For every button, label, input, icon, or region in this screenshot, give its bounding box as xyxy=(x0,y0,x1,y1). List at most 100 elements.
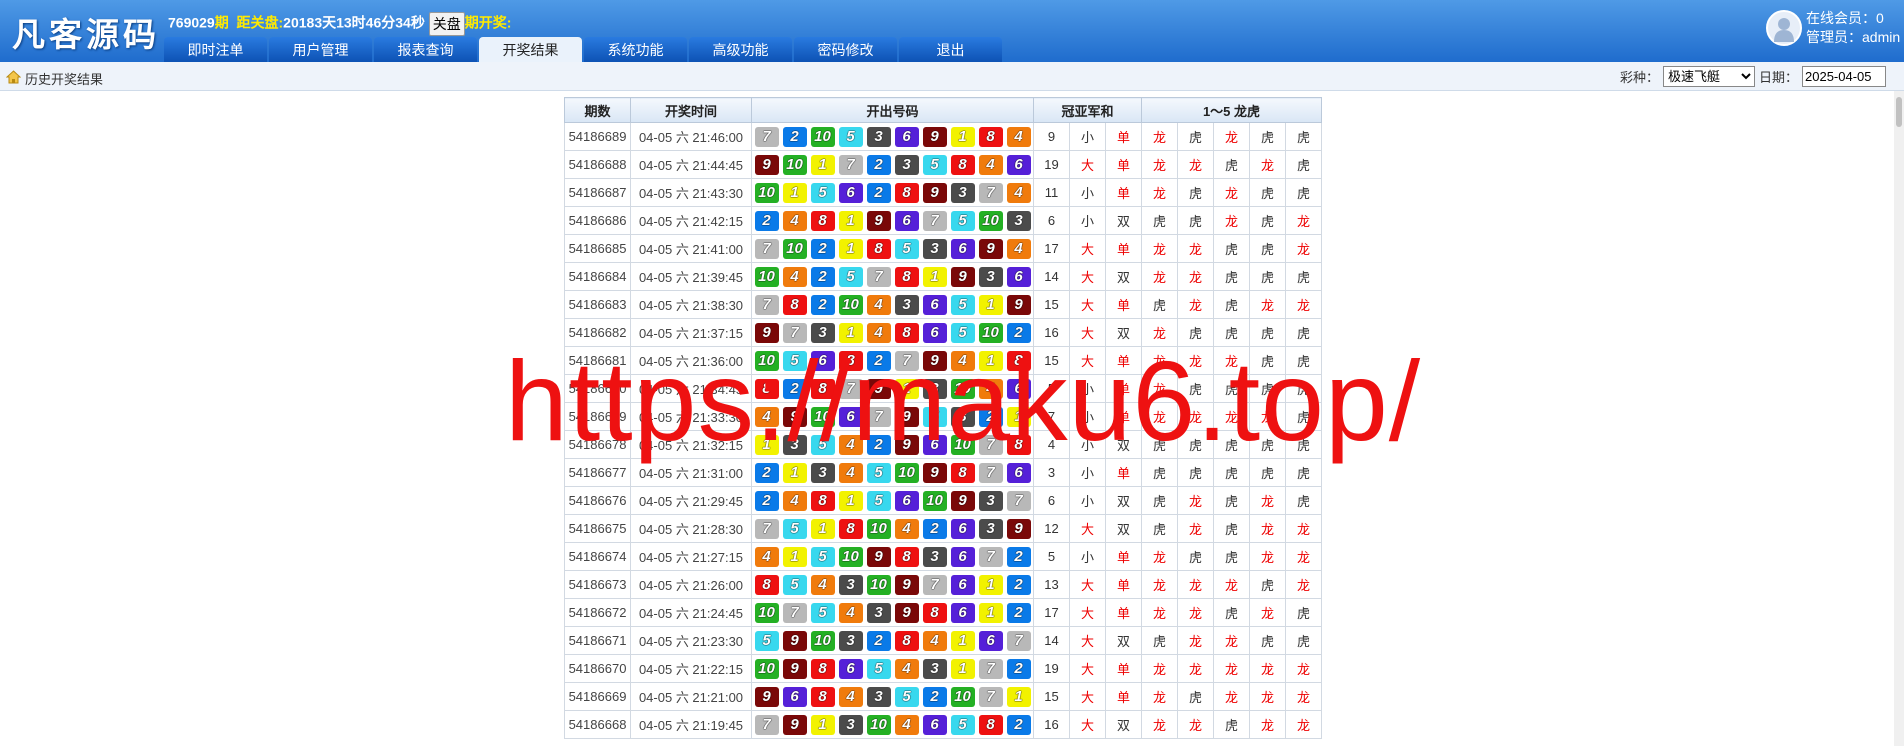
number-ball: 5 xyxy=(866,490,891,511)
dragon-tiger-cell: 龙 xyxy=(1141,654,1178,683)
number-ball: 3 xyxy=(894,154,919,175)
number-ball: 6 xyxy=(1006,154,1031,175)
number-ball: 1 xyxy=(838,210,863,231)
number-ball: 1 xyxy=(978,294,1003,315)
number-ball: 10 xyxy=(950,434,975,455)
time-cell: 04-05 六 21:23:30 xyxy=(630,626,752,655)
dragon-tiger-cell: 虎 xyxy=(1213,318,1250,347)
odd-even-cell: 单 xyxy=(1105,458,1142,487)
nav-tab-1[interactable]: 用户管理 xyxy=(269,37,372,62)
nav-tab-6[interactable]: 密码修改 xyxy=(794,37,897,62)
number-ball: 5 xyxy=(922,406,947,427)
number-ball: 7 xyxy=(866,266,891,287)
ball-group: 10 7 5 4 3 9 8 6 1 2 xyxy=(752,602,1033,623)
ball-group: 8 2 8 7 9 1 3 10 4 6 xyxy=(752,378,1033,399)
dragon-tiger-cell: 龙 xyxy=(1249,654,1286,683)
number-ball: 2 xyxy=(754,210,779,231)
table-row: 54186680 04-05 六 21:34:45 8 2 8 7 9 1 3 10 4 6 5 小单龙虎… xyxy=(564,374,1322,403)
dragon-tiger-cell: 龙 xyxy=(1213,654,1250,683)
time-cell: 04-05 六 21:22:15 xyxy=(630,654,752,683)
number-ball: 5 xyxy=(894,686,919,707)
number-ball: 3 xyxy=(866,126,891,147)
sum-cell: 15 xyxy=(1033,682,1070,711)
dragon-tiger-cell: 虎 xyxy=(1141,486,1178,515)
dragon-tiger-cell: 龙 xyxy=(1141,402,1178,431)
number-ball: 2 xyxy=(1006,714,1031,735)
scrollbar-thumb[interactable] xyxy=(1896,97,1902,127)
time-cell: 04-05 六 21:37:15 xyxy=(630,318,752,347)
time-cell: 04-05 六 21:42:15 xyxy=(630,206,752,235)
number-ball: 2 xyxy=(978,406,1003,427)
number-ball: 5 xyxy=(950,714,975,735)
number-ball: 10 xyxy=(810,406,835,427)
number-ball: 6 xyxy=(1006,378,1031,399)
sum-cell: 9 xyxy=(1033,122,1070,151)
number-ball: 10 xyxy=(754,350,779,371)
number-ball: 2 xyxy=(922,686,947,707)
period-cell: 54186685 xyxy=(564,234,631,263)
big-small-cell: 大 xyxy=(1069,654,1106,683)
admin-name: 管理员：admin xyxy=(1806,29,1901,45)
odd-even-cell: 单 xyxy=(1105,122,1142,151)
dragon-tiger-cell: 龙 xyxy=(1141,682,1178,711)
dragon-tiger-cell: 虎 xyxy=(1213,710,1250,739)
time-cell: 04-05 六 21:21:00 xyxy=(630,682,752,711)
close-market-button[interactable]: 关盘 xyxy=(428,12,465,36)
nav-tab-0[interactable]: 即时注单 xyxy=(164,37,267,62)
sum-cell: 14 xyxy=(1033,626,1070,655)
results-table: 期数 开奖时间 开出号码 冠亚军和 1～5 龙虎 54186689 04-05 六… xyxy=(564,97,1322,739)
dragon-tiger-cell: 龙 xyxy=(1141,150,1178,179)
nav-tab-7[interactable]: 退出 xyxy=(899,37,1002,62)
number-ball: 9 xyxy=(866,378,891,399)
number-ball: 2 xyxy=(754,490,779,511)
table-row: 54186668 04-05 六 21:19:45 7 9 1 3 10 4 6 5 8 2 16 大双龙… xyxy=(564,710,1322,739)
number-ball: 4 xyxy=(894,714,919,735)
big-small-cell: 大 xyxy=(1069,150,1106,179)
number-ball: 6 xyxy=(950,574,975,595)
number-ball: 6 xyxy=(810,350,835,371)
number-ball: 10 xyxy=(810,630,835,651)
page-scrollbar[interactable] xyxy=(1894,91,1904,746)
number-ball: 10 xyxy=(754,266,779,287)
table-row: 54186677 04-05 六 21:31:00 2 1 3 4 5 10 9 8 7 6 3 小单虎虎… xyxy=(564,458,1322,487)
countdown-label: 距关盘: xyxy=(236,14,284,31)
dragon-tiger-cell: 虎 xyxy=(1141,626,1178,655)
dragon-tiger-cell: 虎 xyxy=(1249,122,1286,151)
number-ball: 5 xyxy=(810,546,835,567)
nav-tab-4[interactable]: 系统功能 xyxy=(584,37,687,62)
lottery-select[interactable]: 极速飞艇 xyxy=(1662,66,1755,87)
number-ball: 5 xyxy=(754,630,779,651)
dragon-tiger-cell: 龙 xyxy=(1213,178,1250,207)
dragon-tiger-cell: 龙 xyxy=(1249,150,1286,179)
number-ball: 9 xyxy=(782,714,807,735)
time-cell: 04-05 六 21:43:30 xyxy=(630,178,752,207)
number-ball: 3 xyxy=(922,238,947,259)
number-ball: 3 xyxy=(1006,210,1031,231)
numbers-cell: 10 7 5 4 3 9 8 6 1 2 xyxy=(751,598,1034,627)
odd-even-cell: 双 xyxy=(1105,206,1142,235)
dragon-tiger-cell: 虎 xyxy=(1213,290,1250,319)
number-ball: 2 xyxy=(866,182,891,203)
dragon-tiger-cell: 龙 xyxy=(1141,570,1178,599)
number-ball: 2 xyxy=(866,350,891,371)
col-period: 期数 xyxy=(564,97,631,123)
number-ball: 1 xyxy=(950,630,975,651)
dragon-tiger-cell: 虎 xyxy=(1213,234,1250,263)
number-ball: 1 xyxy=(754,434,779,455)
number-ball: 4 xyxy=(894,658,919,679)
nav-tab-2[interactable]: 报表查询 xyxy=(374,37,477,62)
sum-cell: 19 xyxy=(1033,654,1070,683)
nav-tab-3[interactable]: 开奖结果 xyxy=(479,37,582,62)
numbers-cell: 1 3 5 4 2 9 6 10 7 8 xyxy=(751,430,1034,459)
number-ball: 9 xyxy=(1006,294,1031,315)
sum-cell: 15 xyxy=(1033,346,1070,375)
countdown-value: 20183天13时46分34秒 xyxy=(283,14,425,31)
dragon-tiger-cell: 龙 xyxy=(1141,598,1178,627)
sum-cell: 14 xyxy=(1033,262,1070,291)
dragon-tiger-cell: 虎 xyxy=(1177,458,1214,487)
date-input[interactable] xyxy=(1802,66,1886,87)
nav-tab-5[interactable]: 高级功能 xyxy=(689,37,792,62)
period-cell: 54186670 xyxy=(564,654,631,683)
number-ball: 2 xyxy=(810,294,835,315)
number-ball: 7 xyxy=(754,714,779,735)
